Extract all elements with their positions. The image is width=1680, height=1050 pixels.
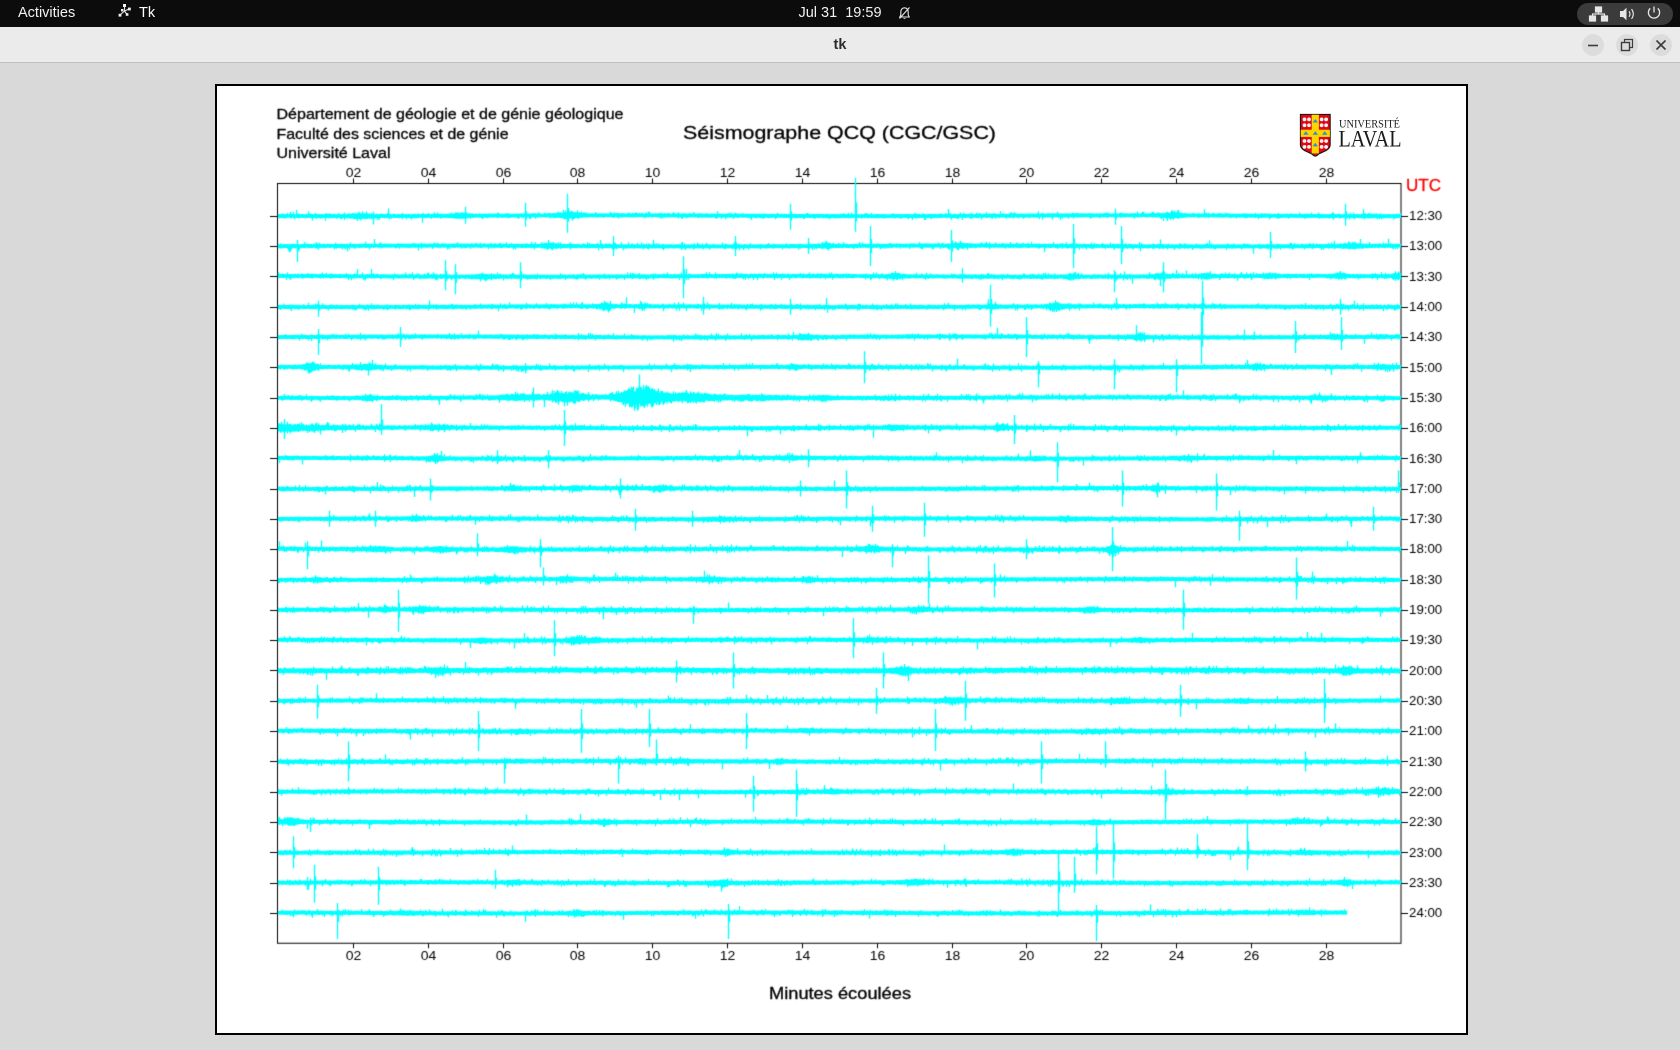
svg-text:LAVAL: LAVAL <box>1339 127 1402 152</box>
